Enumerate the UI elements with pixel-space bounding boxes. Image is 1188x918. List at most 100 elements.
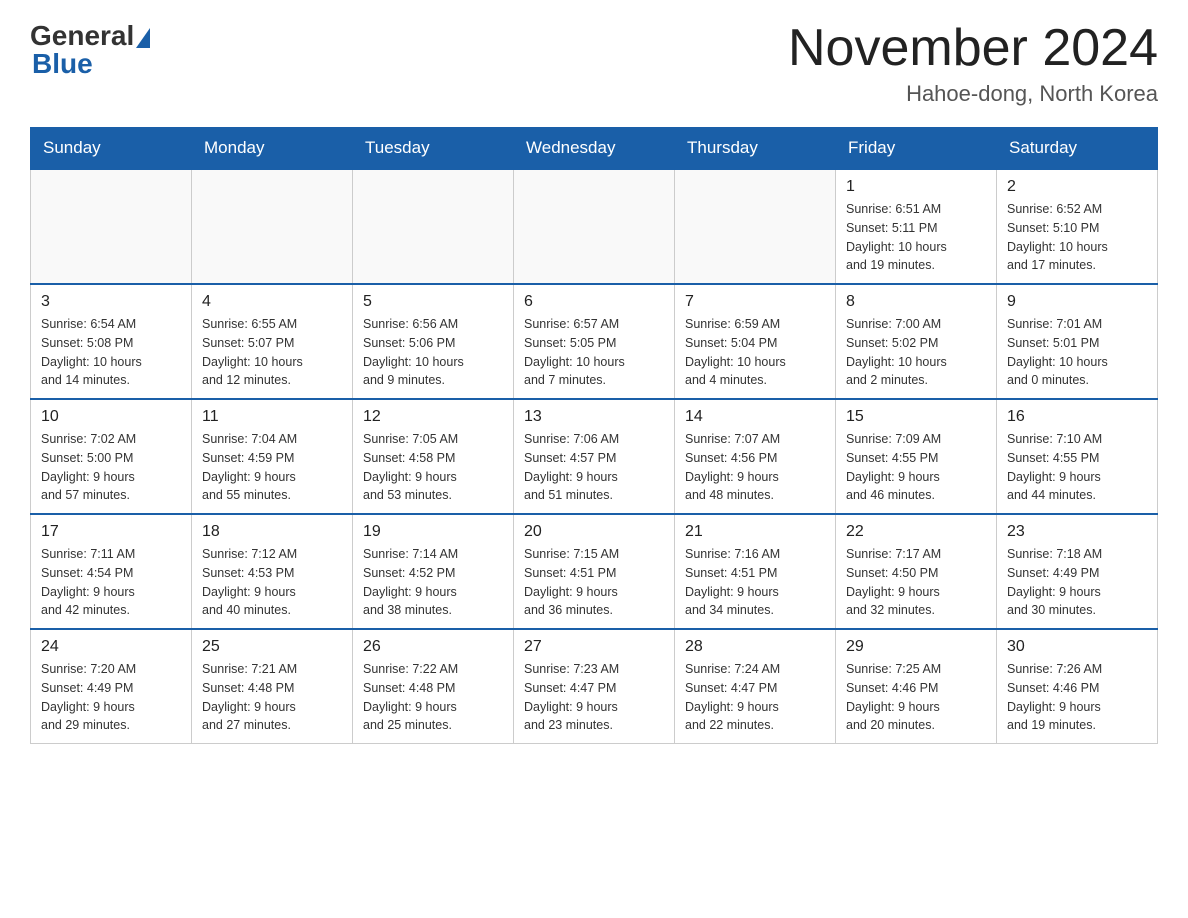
day-info: Sunrise: 7:09 AM Sunset: 4:55 PM Dayligh… bbox=[846, 430, 986, 505]
calendar-cell bbox=[353, 169, 514, 284]
calendar-cell bbox=[31, 169, 192, 284]
calendar-header-row: SundayMondayTuesdayWednesdayThursdayFrid… bbox=[31, 128, 1158, 170]
day-info: Sunrise: 6:57 AM Sunset: 5:05 PM Dayligh… bbox=[524, 315, 664, 390]
title-area: November 2024 Hahoe-dong, North Korea bbox=[788, 20, 1158, 107]
week-row-5: 24 Sunrise: 7:20 AM Sunset: 4:49 PM Dayli… bbox=[31, 629, 1158, 744]
calendar-cell bbox=[192, 169, 353, 284]
day-info: Sunrise: 7:23 AM Sunset: 4:47 PM Dayligh… bbox=[524, 660, 664, 735]
day-number: 15 bbox=[846, 408, 986, 426]
day-number: 5 bbox=[363, 293, 503, 311]
day-info: Sunrise: 7:17 AM Sunset: 4:50 PM Dayligh… bbox=[846, 545, 986, 620]
calendar-cell: 10 Sunrise: 7:02 AM Sunset: 5:00 PM Dayli… bbox=[31, 399, 192, 514]
logo-arrow-icon bbox=[136, 28, 150, 48]
day-number: 27 bbox=[524, 638, 664, 656]
day-info: Sunrise: 7:10 AM Sunset: 4:55 PM Dayligh… bbox=[1007, 430, 1147, 505]
day-number: 22 bbox=[846, 523, 986, 541]
day-info: Sunrise: 7:16 AM Sunset: 4:51 PM Dayligh… bbox=[685, 545, 825, 620]
calendar-cell: 15 Sunrise: 7:09 AM Sunset: 4:55 PM Dayli… bbox=[836, 399, 997, 514]
calendar-cell: 26 Sunrise: 7:22 AM Sunset: 4:48 PM Dayli… bbox=[353, 629, 514, 744]
day-number: 6 bbox=[524, 293, 664, 311]
calendar-cell: 13 Sunrise: 7:06 AM Sunset: 4:57 PM Dayli… bbox=[514, 399, 675, 514]
day-info: Sunrise: 6:54 AM Sunset: 5:08 PM Dayligh… bbox=[41, 315, 181, 390]
day-info: Sunrise: 7:20 AM Sunset: 4:49 PM Dayligh… bbox=[41, 660, 181, 735]
calendar-cell: 30 Sunrise: 7:26 AM Sunset: 4:46 PM Dayli… bbox=[997, 629, 1158, 744]
day-number: 30 bbox=[1007, 638, 1147, 656]
logo: General Blue bbox=[30, 20, 150, 80]
calendar-header-sunday: Sunday bbox=[31, 128, 192, 170]
calendar-cell: 29 Sunrise: 7:25 AM Sunset: 4:46 PM Dayli… bbox=[836, 629, 997, 744]
day-info: Sunrise: 6:52 AM Sunset: 5:10 PM Dayligh… bbox=[1007, 200, 1147, 275]
day-number: 8 bbox=[846, 293, 986, 311]
day-info: Sunrise: 7:11 AM Sunset: 4:54 PM Dayligh… bbox=[41, 545, 181, 620]
day-number: 13 bbox=[524, 408, 664, 426]
day-info: Sunrise: 7:07 AM Sunset: 4:56 PM Dayligh… bbox=[685, 430, 825, 505]
day-number: 17 bbox=[41, 523, 181, 541]
calendar-cell: 23 Sunrise: 7:18 AM Sunset: 4:49 PM Dayli… bbox=[997, 514, 1158, 629]
day-number: 29 bbox=[846, 638, 986, 656]
day-info: Sunrise: 7:18 AM Sunset: 4:49 PM Dayligh… bbox=[1007, 545, 1147, 620]
day-info: Sunrise: 7:22 AM Sunset: 4:48 PM Dayligh… bbox=[363, 660, 503, 735]
day-number: 2 bbox=[1007, 178, 1147, 196]
location-text: Hahoe-dong, North Korea bbox=[788, 81, 1158, 107]
logo-text-blue: Blue bbox=[32, 48, 93, 80]
day-info: Sunrise: 6:51 AM Sunset: 5:11 PM Dayligh… bbox=[846, 200, 986, 275]
calendar-header-friday: Friday bbox=[836, 128, 997, 170]
day-info: Sunrise: 7:05 AM Sunset: 4:58 PM Dayligh… bbox=[363, 430, 503, 505]
calendar-cell: 7 Sunrise: 6:59 AM Sunset: 5:04 PM Daylig… bbox=[675, 284, 836, 399]
calendar-header-tuesday: Tuesday bbox=[353, 128, 514, 170]
calendar-header-monday: Monday bbox=[192, 128, 353, 170]
day-info: Sunrise: 7:15 AM Sunset: 4:51 PM Dayligh… bbox=[524, 545, 664, 620]
day-number: 26 bbox=[363, 638, 503, 656]
calendar-header-wednesday: Wednesday bbox=[514, 128, 675, 170]
calendar-cell: 6 Sunrise: 6:57 AM Sunset: 5:05 PM Daylig… bbox=[514, 284, 675, 399]
day-number: 19 bbox=[363, 523, 503, 541]
day-number: 20 bbox=[524, 523, 664, 541]
calendar-cell: 2 Sunrise: 6:52 AM Sunset: 5:10 PM Daylig… bbox=[997, 169, 1158, 284]
day-number: 7 bbox=[685, 293, 825, 311]
calendar-table: SundayMondayTuesdayWednesdayThursdayFrid… bbox=[30, 127, 1158, 744]
day-number: 24 bbox=[41, 638, 181, 656]
day-info: Sunrise: 7:21 AM Sunset: 4:48 PM Dayligh… bbox=[202, 660, 342, 735]
calendar-cell: 11 Sunrise: 7:04 AM Sunset: 4:59 PM Dayli… bbox=[192, 399, 353, 514]
calendar-cell: 9Sunrise: 7:01 AM Sunset: 5:01 PM Daylig… bbox=[997, 284, 1158, 399]
calendar-header-saturday: Saturday bbox=[997, 128, 1158, 170]
calendar-cell: 17 Sunrise: 7:11 AM Sunset: 4:54 PM Dayli… bbox=[31, 514, 192, 629]
day-info: Sunrise: 7:24 AM Sunset: 4:47 PM Dayligh… bbox=[685, 660, 825, 735]
calendar-cell: 20 Sunrise: 7:15 AM Sunset: 4:51 PM Dayli… bbox=[514, 514, 675, 629]
day-number: 14 bbox=[685, 408, 825, 426]
calendar-cell: 24 Sunrise: 7:20 AM Sunset: 4:49 PM Dayli… bbox=[31, 629, 192, 744]
day-number: 28 bbox=[685, 638, 825, 656]
day-info: Sunrise: 6:59 AM Sunset: 5:04 PM Dayligh… bbox=[685, 315, 825, 390]
day-info: Sunrise: 7:00 AM Sunset: 5:02 PM Dayligh… bbox=[846, 315, 986, 390]
day-number: 18 bbox=[202, 523, 342, 541]
calendar-cell: 1Sunrise: 6:51 AM Sunset: 5:11 PM Daylig… bbox=[836, 169, 997, 284]
calendar-cell: 28 Sunrise: 7:24 AM Sunset: 4:47 PM Dayli… bbox=[675, 629, 836, 744]
day-info: Sunrise: 7:04 AM Sunset: 4:59 PM Dayligh… bbox=[202, 430, 342, 505]
day-number: 10 bbox=[41, 408, 181, 426]
calendar-cell: 3Sunrise: 6:54 AM Sunset: 5:08 PM Daylig… bbox=[31, 284, 192, 399]
day-number: 16 bbox=[1007, 408, 1147, 426]
day-number: 12 bbox=[363, 408, 503, 426]
day-info: Sunrise: 6:55 AM Sunset: 5:07 PM Dayligh… bbox=[202, 315, 342, 390]
day-number: 11 bbox=[202, 408, 342, 426]
day-info: Sunrise: 7:25 AM Sunset: 4:46 PM Dayligh… bbox=[846, 660, 986, 735]
day-number: 25 bbox=[202, 638, 342, 656]
month-title: November 2024 bbox=[788, 20, 1158, 77]
calendar-cell: 25 Sunrise: 7:21 AM Sunset: 4:48 PM Dayli… bbox=[192, 629, 353, 744]
day-info: Sunrise: 7:26 AM Sunset: 4:46 PM Dayligh… bbox=[1007, 660, 1147, 735]
day-number: 23 bbox=[1007, 523, 1147, 541]
page-header: General Blue November 2024 Hahoe-dong, N… bbox=[30, 20, 1158, 107]
week-row-3: 10 Sunrise: 7:02 AM Sunset: 5:00 PM Dayli… bbox=[31, 399, 1158, 514]
calendar-cell: 21 Sunrise: 7:16 AM Sunset: 4:51 PM Dayli… bbox=[675, 514, 836, 629]
week-row-2: 3Sunrise: 6:54 AM Sunset: 5:08 PM Daylig… bbox=[31, 284, 1158, 399]
day-number: 21 bbox=[685, 523, 825, 541]
calendar-cell: 8 Sunrise: 7:00 AM Sunset: 5:02 PM Daylig… bbox=[836, 284, 997, 399]
day-info: Sunrise: 7:02 AM Sunset: 5:00 PM Dayligh… bbox=[41, 430, 181, 505]
day-info: Sunrise: 7:06 AM Sunset: 4:57 PM Dayligh… bbox=[524, 430, 664, 505]
day-info: Sunrise: 7:01 AM Sunset: 5:01 PM Dayligh… bbox=[1007, 315, 1147, 390]
calendar-cell bbox=[514, 169, 675, 284]
calendar-cell: 18Sunrise: 7:12 AM Sunset: 4:53 PM Dayli… bbox=[192, 514, 353, 629]
calendar-cell: 27 Sunrise: 7:23 AM Sunset: 4:47 PM Dayli… bbox=[514, 629, 675, 744]
calendar-cell: 19Sunrise: 7:14 AM Sunset: 4:52 PM Dayli… bbox=[353, 514, 514, 629]
calendar-cell: 12 Sunrise: 7:05 AM Sunset: 4:58 PM Dayli… bbox=[353, 399, 514, 514]
